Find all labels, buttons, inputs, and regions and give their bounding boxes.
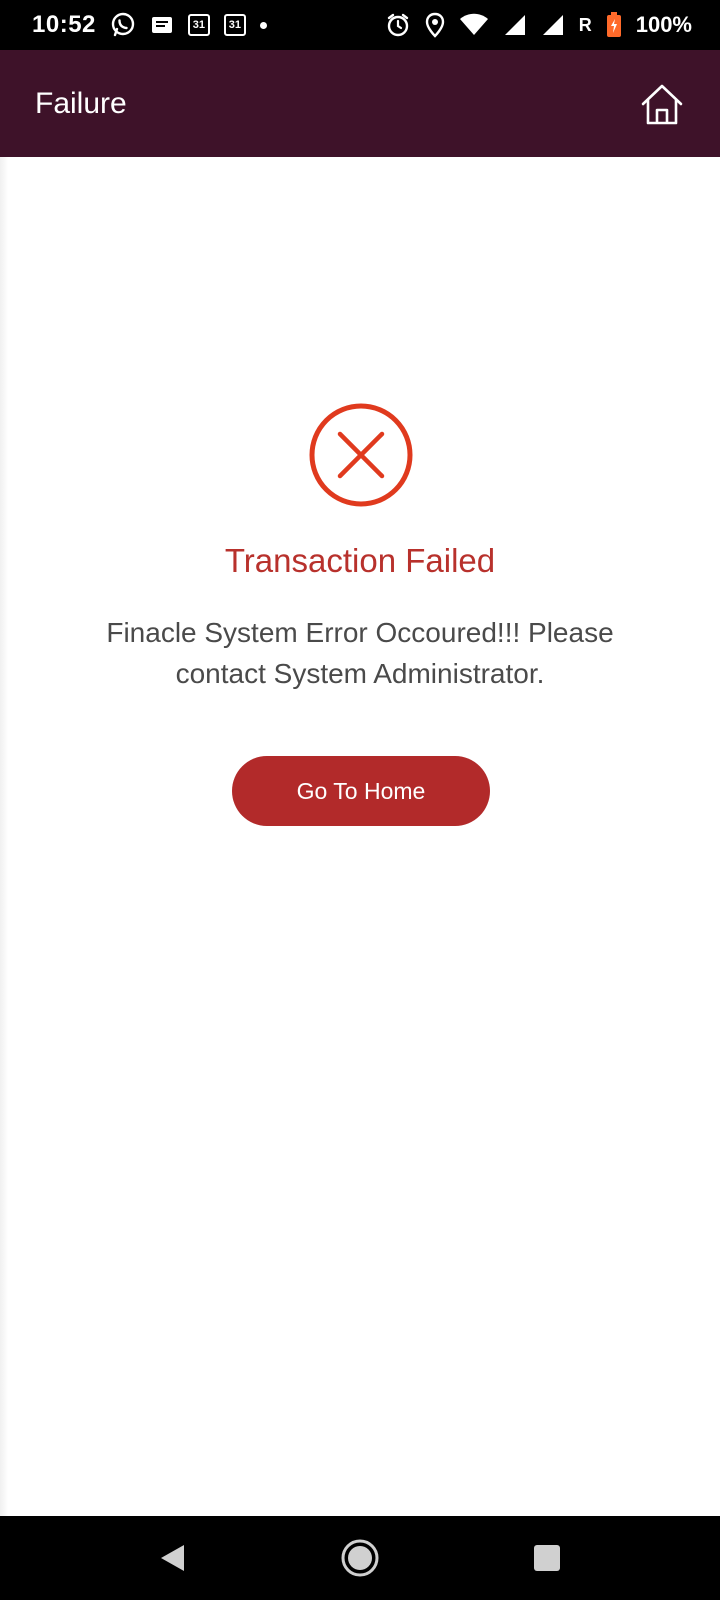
content-area (0, 157, 720, 1516)
failure-title: Transaction Failed (224, 542, 496, 579)
battery-charging-icon (606, 12, 622, 38)
notification-dot-icon (259, 21, 267, 29)
error-circle-icon (308, 402, 414, 508)
home-button[interactable] (638, 80, 686, 128)
go-to-home-button[interactable]: Go To Home (232, 756, 490, 826)
status-right: R 100% (385, 12, 692, 38)
screen: 10:52 31 31 R 100% Failure Transaction F… (0, 0, 720, 1600)
status-bar: 10:52 31 31 R 100% (0, 0, 720, 50)
page-title: Failure (35, 86, 127, 120)
alarm-icon (385, 12, 411, 38)
back-triangle-icon (161, 1545, 185, 1571)
status-left: 10:52 31 31 (32, 11, 267, 39)
recents-square-icon (533, 1545, 560, 1571)
navigation-bar (0, 1516, 720, 1600)
nav-back-button[interactable] (143, 1528, 203, 1588)
whatsapp-icon (110, 12, 136, 38)
battery-percent: 100% (635, 12, 692, 37)
nav-recents-button[interactable] (517, 1528, 577, 1588)
home-icon (641, 84, 683, 124)
nav-home-button[interactable] (330, 1528, 390, 1588)
home-circle-icon (341, 1539, 379, 1577)
app-bar: Failure (0, 50, 720, 157)
wifi-icon (459, 13, 489, 37)
signal-icon (541, 13, 565, 37)
roaming-indicator: R (578, 14, 592, 35)
calendar-icon: 31 (223, 14, 246, 36)
message-icon (150, 14, 174, 36)
location-icon (425, 12, 445, 38)
failure-message: Finacle System Error Occoured!!! Please … (106, 617, 614, 689)
status-time: 10:52 (32, 11, 96, 38)
edge-shadow (0, 157, 8, 1516)
calendar-icon: 31 (187, 14, 210, 36)
signal-icon (503, 13, 527, 37)
